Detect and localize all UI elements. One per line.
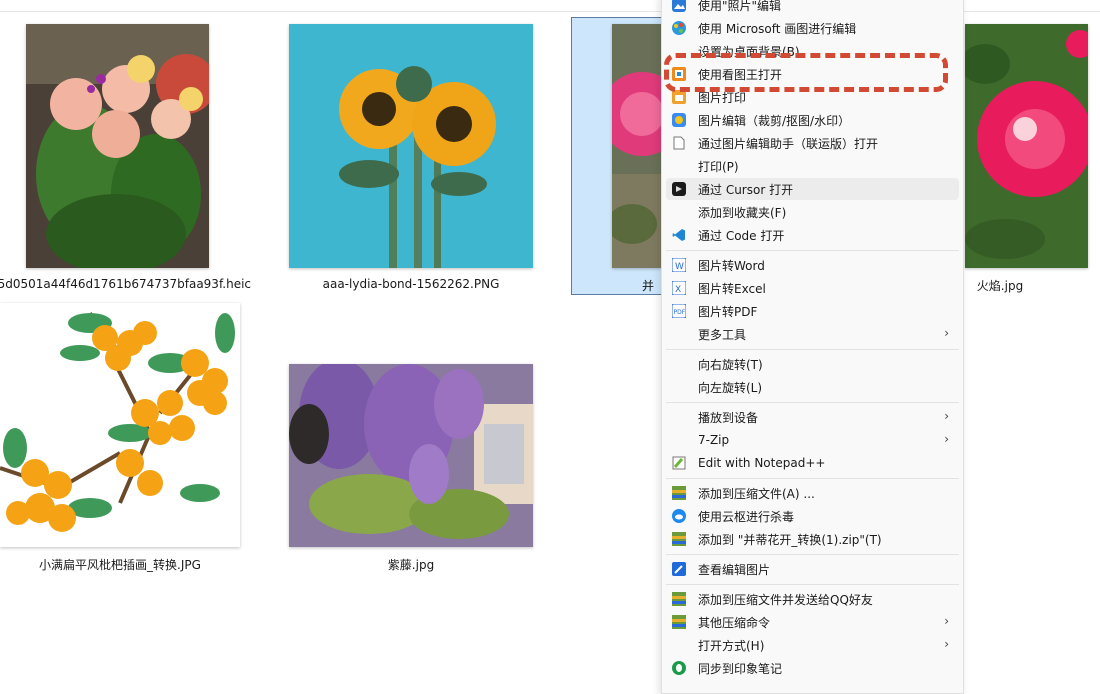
menu-item-add-to-archive[interactable]: 添加到压缩文件(A) ... <box>666 482 959 504</box>
notepadpp-icon <box>671 455 687 471</box>
rose-bouquet-image <box>26 24 209 268</box>
menu-item-add-to-favorites[interactable]: 添加到收藏夹(F) <box>666 201 959 223</box>
menu-item-open-with-image-assistant[interactable]: 通过图片编辑助手（联运版）打开 <box>666 132 959 154</box>
paint-icon <box>671 20 687 36</box>
cursor-icon <box>671 181 687 197</box>
menu-separator <box>666 349 959 350</box>
chevron-right-icon: › <box>944 409 949 423</box>
menu-item-image-edit[interactable]: 图片编辑（裁剪/抠图/水印） <box>666 109 959 131</box>
menu-separator <box>666 554 959 555</box>
document-icon <box>671 135 687 151</box>
chevron-right-icon: › <box>944 637 949 651</box>
wisteria-image <box>289 364 533 547</box>
file-thumbnail <box>26 24 209 268</box>
menu-item-cast-to-device[interactable]: 播放到设备 › <box>666 406 959 428</box>
view-edit-icon <box>671 561 687 577</box>
menu-separator <box>666 402 959 403</box>
file-name: 紫藤.jpg <box>387 558 435 572</box>
annotation-highlight <box>664 53 948 92</box>
menu-item-antivirus-scan[interactable]: 使用云枢进行杀毒 <box>666 505 959 527</box>
menu-item-print[interactable]: 打印(P) <box>666 155 959 177</box>
menu-item-open-with[interactable]: 打开方式(H) › <box>666 634 959 656</box>
evernote-icon <box>671 660 687 676</box>
menu-item-other-archive-commands[interactable]: 其他压缩命令 › <box>666 611 959 633</box>
context-menu: 使用"照片"编辑 使用 Microsoft 画图进行编辑 设置为桌面背景(B) … <box>661 0 964 694</box>
winrar-icon <box>671 614 687 630</box>
file-thumbnail <box>289 364 533 547</box>
vscode-icon <box>671 227 687 243</box>
menu-separator <box>666 584 959 585</box>
menu-item-7zip[interactable]: 7-Zip › <box>666 429 959 451</box>
red-rose-image <box>965 24 1088 268</box>
chevron-right-icon: › <box>944 432 949 446</box>
winrar-icon <box>671 591 687 607</box>
file-thumbnail <box>612 24 661 268</box>
menu-item-image-to-pdf[interactable]: PDF 图片转PDF <box>666 300 959 322</box>
winrar-icon <box>671 485 687 501</box>
file-name: aaa-lydia-bond-1562262.PNG <box>322 277 500 291</box>
pink-rose-image <box>612 24 661 268</box>
svg-text:X: X <box>675 285 681 295</box>
file-thumbnail <box>965 24 1088 268</box>
menu-item-edit-with-photos[interactable]: 使用"照片"编辑 <box>666 0 959 16</box>
pdf-icon: PDF <box>671 303 687 319</box>
file-name: 并 <box>641 279 654 293</box>
menu-item-image-to-word[interactable]: W 图片转Word <box>666 254 959 276</box>
svg-text:W: W <box>675 262 684 272</box>
menu-separator <box>666 478 959 479</box>
menu-separator <box>666 250 959 251</box>
excel-icon: X <box>671 280 687 296</box>
menu-item-edit-with-paint[interactable]: 使用 Microsoft 画图进行编辑 <box>666 17 959 39</box>
menu-item-add-to-zip[interactable]: 添加到 "并蒂花开_转换(1).zip"(T) <box>666 528 959 550</box>
menu-item-rotate-right[interactable]: 向右旋转(T) <box>666 353 959 375</box>
file-thumbnail <box>289 24 533 268</box>
chevron-right-icon: › <box>944 326 949 340</box>
menu-item-rotate-left[interactable]: 向左旋转(L) <box>666 376 959 398</box>
menu-item-more-tools[interactable]: 更多工具 › <box>666 323 959 345</box>
menu-item-open-with-cursor[interactable]: 通过 Cursor 打开 <box>666 178 959 200</box>
loquat-illustration-image <box>0 303 240 547</box>
chevron-right-icon: › <box>944 614 949 628</box>
winrar-icon <box>671 531 687 547</box>
menu-item-view-edit-image[interactable]: 查看编辑图片 <box>666 558 959 580</box>
file-name: 火焰.jpg <box>976 279 1024 293</box>
cloud-antivirus-icon <box>671 508 687 524</box>
word-icon: W <box>671 257 687 273</box>
menu-item-sync-evernote[interactable]: 同步到印象笔记 <box>666 657 959 679</box>
menu-item-image-to-excel[interactable]: X 图片转Excel <box>666 277 959 299</box>
photos-icon <box>671 0 687 13</box>
svg-text:PDF: PDF <box>674 309 686 316</box>
file-name: 65d0501a44f46d1761b674737bfaa93f.heic <box>0 277 252 291</box>
menu-item-archive-send-qq[interactable]: 添加到压缩文件并发送给QQ好友 <box>666 588 959 610</box>
menu-item-edit-with-notepadpp[interactable]: Edit with Notepad++ <box>666 452 959 474</box>
image-edit-icon <box>671 112 687 128</box>
menu-item-open-with-code[interactable]: 通过 Code 打开 <box>666 224 959 246</box>
file-thumbnail <box>0 303 240 547</box>
sunflower-image <box>289 24 533 268</box>
file-name: 小满扁平风枇杷插画_转换.JPG <box>39 558 201 572</box>
